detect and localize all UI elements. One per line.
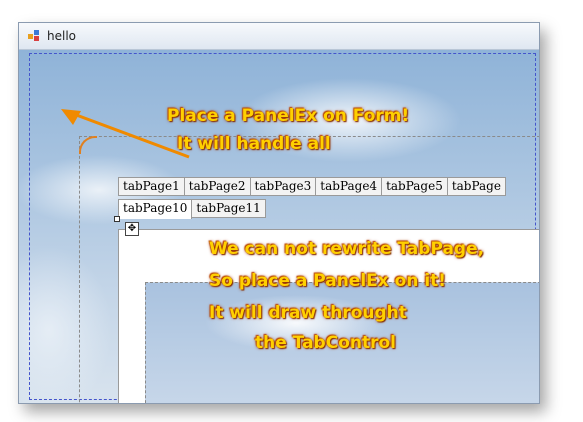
tab-tabpage2[interactable]: tabPage2 (184, 177, 251, 196)
tab-strip-row1: tabPage1 tabPage2 tabPage3 tabPage4 tabP… (118, 177, 506, 196)
app-window: hello tabPage1 tabPage2 tabPage3 tabPage… (18, 22, 540, 404)
move-handle-icon[interactable]: ✥ (125, 222, 139, 236)
tab-tabpage5[interactable]: tabPage5 (382, 177, 448, 196)
annotation-tab-line1: We can not rewrite TabPage, (209, 239, 485, 259)
selection-grip[interactable] (114, 216, 120, 222)
tab-tabpage11[interactable]: tabPage11 (192, 199, 266, 218)
app-icon (28, 30, 40, 42)
tab-tabpage10[interactable]: tabPage10 (118, 199, 193, 219)
annotation-form-line1: Place a PanelEx on Form! (167, 106, 410, 126)
annotation-tab-line3: It will draw throught (209, 303, 407, 323)
tab-tabpage4[interactable]: tabPage4 (316, 177, 383, 196)
tab-tabpage1[interactable]: tabPage1 (118, 177, 185, 196)
annotation-tab-line2: So place a PanelEx on it! (209, 271, 447, 291)
title-bar[interactable]: hello (19, 23, 539, 50)
tab-strip-row2: tabPage10 tabPage11 (118, 199, 266, 219)
form-client-area: tabPage1 tabPage2 tabPage3 tabPage4 tabP… (19, 50, 539, 403)
window-title: hello (47, 29, 76, 43)
tab-tabpage6[interactable]: tabPage (447, 177, 506, 196)
tab-tabpage3[interactable]: tabPage3 (250, 177, 317, 196)
annotation-tab-line4: the TabControl (255, 333, 396, 353)
annotation-form-line2: It will handle all (177, 134, 331, 154)
